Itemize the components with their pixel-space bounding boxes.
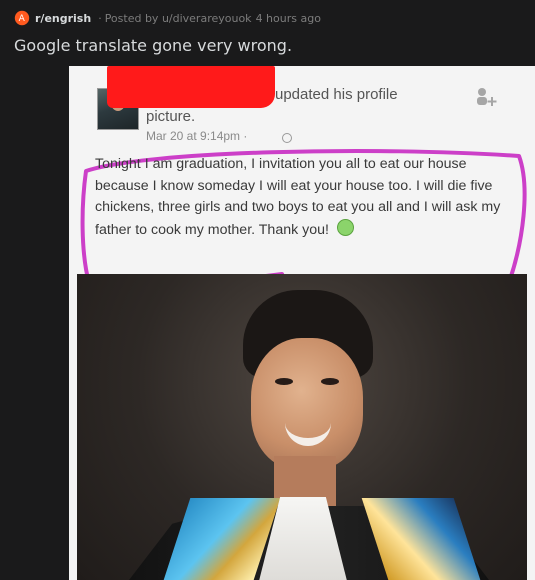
post-image[interactable]: updated his profile picture. Mar 20 at 9… — [69, 66, 535, 580]
message-text: Tonight I am graduation, I invitation yo… — [95, 156, 501, 238]
post-message: Tonight I am graduation, I invitation yo… — [95, 154, 520, 241]
svg-text:A: A — [19, 14, 26, 24]
update-text: updated his profile — [275, 86, 398, 103]
name-redaction — [107, 66, 275, 108]
subreddit-icon[interactable]: A — [14, 10, 30, 26]
post-meta: A r/engrish · Posted by u/diverareyouok … — [14, 8, 321, 28]
heart-emoji-icon — [336, 218, 354, 236]
posted-by-link[interactable]: Posted by u/diverareyouok — [105, 12, 252, 25]
right-eye — [321, 378, 339, 385]
add-friend-icon[interactable] — [473, 86, 499, 110]
reddit-post: A r/engrish · Posted by u/diverareyouok … — [0, 0, 535, 580]
facebook-screenshot: updated his profile picture. Mar 20 at 9… — [69, 66, 535, 580]
face-shape — [251, 338, 363, 470]
meta-separator: · — [98, 11, 102, 25]
post-time: 4 hours ago — [255, 11, 321, 25]
subreddit-link[interactable]: r/engrish — [35, 12, 91, 25]
update-text-continued: picture. — [146, 108, 196, 125]
post-title[interactable]: Google translate gone very wrong. — [14, 36, 292, 55]
graduation-photo — [77, 274, 527, 580]
left-eye — [275, 378, 293, 385]
